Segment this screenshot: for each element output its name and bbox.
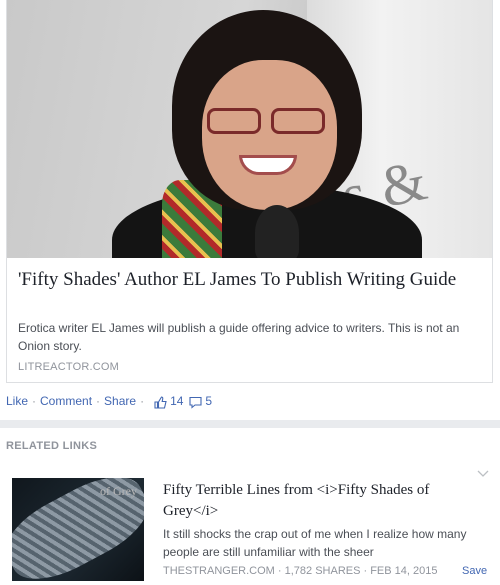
thumbnail-text: of Grey	[100, 484, 137, 498]
separator: ·	[140, 394, 145, 408]
shared-link-card[interactable]: es & No 'Fifty Shades' Author EL James T…	[6, 0, 493, 383]
link-title[interactable]: 'Fifty Shades' Author EL James To Publis…	[18, 267, 488, 292]
microphone	[255, 205, 299, 258]
related-links-heading: RELATED LINKS	[6, 440, 98, 452]
link-preview-image[interactable]: es & No	[7, 0, 492, 258]
like-link[interactable]: Like	[6, 394, 28, 408]
link-description: Erotica writer EL James will publish a g…	[18, 321, 460, 353]
comment-link[interactable]: Comment	[40, 394, 92, 408]
post-actions: Like · Comment · Share · 14 5	[6, 394, 212, 409]
chevron-down-icon[interactable]	[477, 466, 489, 477]
save-button[interactable]: Save	[462, 565, 487, 577]
related-link-title[interactable]: Fifty Terrible Lines from <i>Fifty Shade…	[163, 480, 483, 522]
section-divider	[0, 420, 500, 428]
comment-count[interactable]: 5	[205, 394, 212, 408]
share-link[interactable]: Share	[104, 394, 136, 408]
related-link-meta: THESTRANGER.COM · 1,782 SHARES · FEB 14,…	[163, 565, 438, 577]
link-source: LITREACTOR.COM	[18, 361, 119, 373]
separator: ·	[32, 394, 37, 408]
related-link-description: It still shocks the crap out of me when …	[163, 527, 467, 559]
comment-icon[interactable]	[189, 396, 202, 409]
separator: ·	[96, 394, 101, 408]
like-count[interactable]: 14	[170, 394, 183, 408]
glasses	[205, 108, 330, 136]
related-link-thumbnail[interactable]: of Grey	[12, 478, 144, 581]
thumbs-up-icon[interactable]	[154, 395, 167, 409]
